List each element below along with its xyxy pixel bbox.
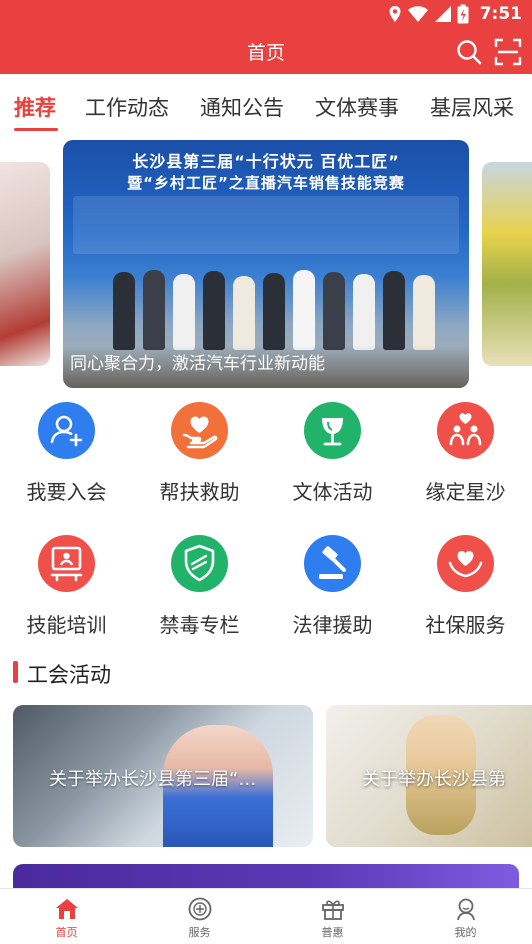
- service-assistance[interactable]: 帮扶救助: [133, 402, 266, 512]
- slide-banner-title: 长沙县第三届“十行状元 百优工匠”: [132, 152, 400, 171]
- service-label: 法律援助: [292, 613, 373, 637]
- gavel-icon: [304, 535, 361, 592]
- slide-caption: 同心聚合力，激活汽车行业新动能: [70, 354, 325, 374]
- nav-benefits[interactable]: 普惠: [266, 889, 399, 944]
- active-tab-indicator: [14, 128, 58, 131]
- tab-notices[interactable]: 通知公告: [200, 92, 284, 122]
- nav-label: 普惠: [321, 926, 344, 939]
- activity-card-title: 关于举办长沙县第三届“…: [49, 769, 257, 790]
- status-icons: 7:51: [388, 3, 522, 25]
- location-icon: [389, 6, 401, 22]
- union-badge-icon: [188, 897, 212, 921]
- trophy-icon: [304, 402, 361, 459]
- nav-profile[interactable]: 我的: [399, 889, 532, 944]
- activity-card-title: 关于举办长沙县第: [362, 769, 506, 790]
- gift-icon: [322, 900, 344, 920]
- battery-icon: [457, 4, 469, 24]
- shield-icon: [171, 535, 228, 592]
- service-label: 帮扶救助: [159, 480, 240, 504]
- slide-name-board: [73, 196, 459, 254]
- service-join-union[interactable]: 我要入会: [0, 402, 133, 512]
- banner-carousel[interactable]: 长沙县第三届“十行状元 百优工匠” 暨“乡村工匠”之直播汽车销售技能竞赛 同心聚…: [0, 140, 532, 388]
- carousel-next-slide[interactable]: [482, 162, 532, 366]
- carousel-prev-slide[interactable]: [0, 162, 50, 366]
- nav-label: 我的: [454, 926, 477, 939]
- status-bar: 7:51: [0, 0, 532, 28]
- heart-hand-icon: [171, 402, 228, 459]
- carousel-current-slide[interactable]: 长沙县第三届“十行状元 百优工匠” 暨“乡村工匠”之直播汽车销售技能竞赛 同心聚…: [63, 140, 469, 388]
- service-label: 缘定星沙: [425, 480, 506, 504]
- tab-recommend[interactable]: 推荐: [14, 92, 56, 122]
- service-social-security[interactable]: 社保服务: [399, 535, 532, 645]
- couple-heart-icon: [437, 402, 494, 459]
- training-icon: [38, 535, 95, 592]
- profile-icon: [457, 898, 475, 921]
- slide-photo-people: [63, 260, 469, 350]
- section-accent-bar: [13, 661, 18, 683]
- scan-icon[interactable]: [494, 38, 522, 66]
- service-sports-activity[interactable]: 文体活动: [266, 402, 399, 512]
- home-icon: [56, 899, 78, 919]
- tab-sports-events[interactable]: 文体赛事: [315, 92, 399, 122]
- category-tabs: 推荐 工作动态 通知公告 文体赛事 基层风采: [0, 74, 532, 134]
- slide-banner-subtitle: 暨“乡村工匠”之直播汽车销售技能竞赛: [127, 174, 405, 192]
- status-time: 7:51: [479, 4, 522, 24]
- nav-home[interactable]: 首页: [0, 889, 133, 944]
- service-label: 社保服务: [425, 613, 506, 637]
- service-label: 我要入会: [26, 480, 107, 504]
- top-app-bar: 首页: [0, 28, 532, 74]
- service-label: 禁毒专栏: [159, 613, 240, 637]
- service-legal-aid[interactable]: 法律援助: [266, 535, 399, 645]
- service-skills-training[interactable]: 技能培训: [0, 535, 133, 645]
- search-icon[interactable]: [455, 38, 483, 66]
- signal-icon: [434, 6, 451, 22]
- activity-card[interactable]: 关于举办长沙县第三届“…: [13, 705, 313, 847]
- nav-label: 首页: [55, 926, 78, 939]
- bottom-navigation: 首页 服务 普惠 我的: [0, 888, 532, 944]
- activity-card[interactable]: 关于举办长沙县第: [326, 705, 532, 847]
- add-member-icon: [38, 402, 95, 459]
- care-heart-icon: [437, 535, 494, 592]
- nav-services[interactable]: 服务: [133, 889, 266, 944]
- service-label: 技能培训: [26, 613, 107, 637]
- service-label: 文体活动: [292, 480, 373, 504]
- section-title: 工会活动: [27, 663, 111, 687]
- tab-work-news[interactable]: 工作动态: [85, 92, 169, 122]
- service-anti-drug[interactable]: 禁毒专栏: [133, 535, 266, 645]
- page-title: 首页: [246, 42, 285, 64]
- service-matchmaking[interactable]: 缘定星沙: [399, 402, 532, 512]
- nav-label: 服务: [188, 926, 211, 939]
- wifi-icon: [407, 6, 428, 22]
- tab-grassroots[interactable]: 基层风采: [430, 92, 514, 122]
